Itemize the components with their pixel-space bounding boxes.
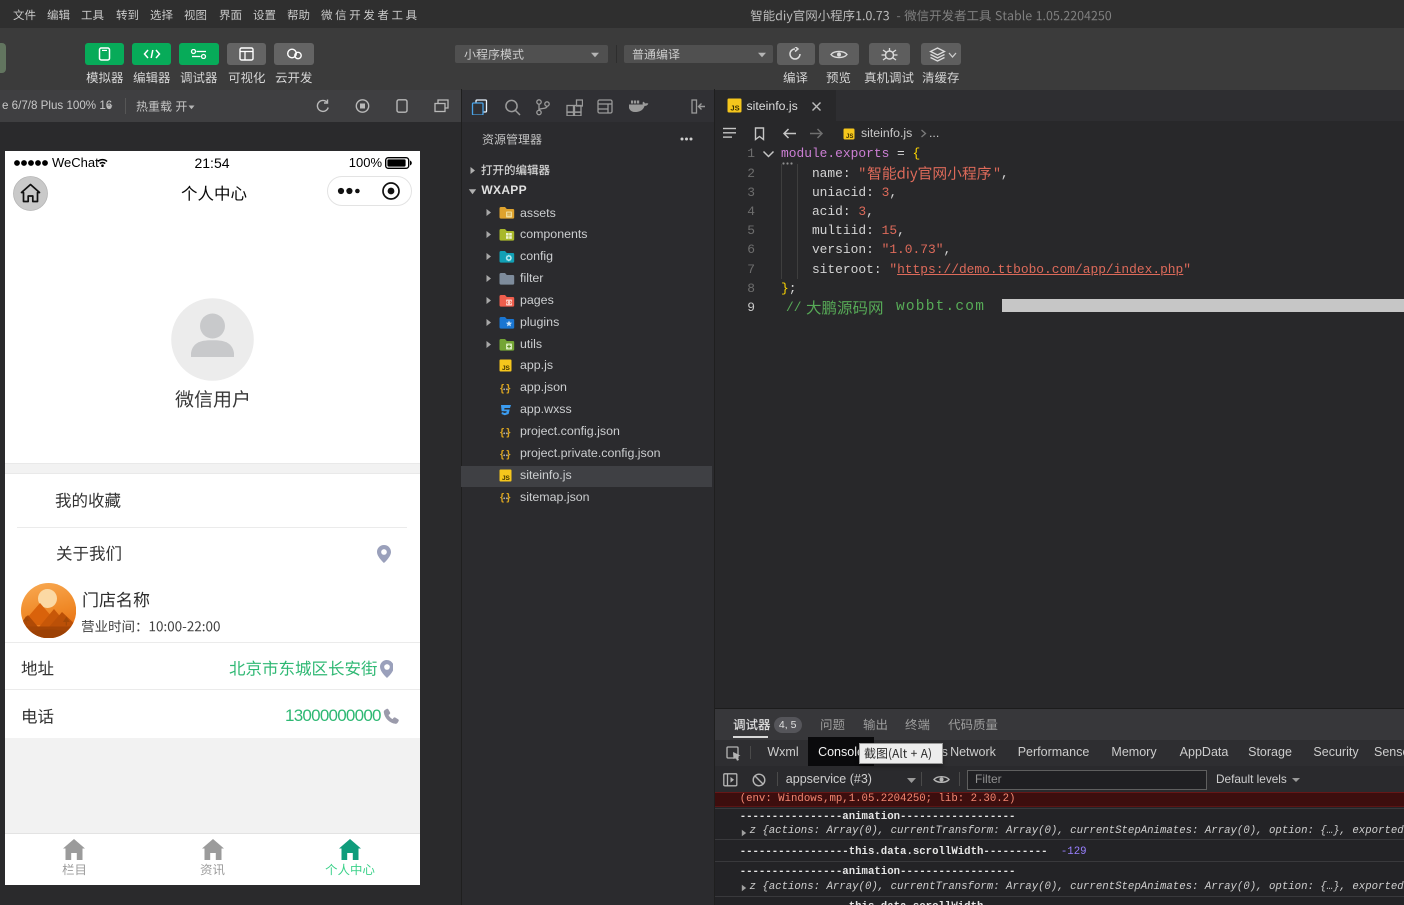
svg-text:JS: JS: [846, 134, 853, 140]
svg-text:{: {: [500, 492, 504, 504]
svg-text:{: {: [500, 426, 504, 438]
svg-text:}: }: [506, 426, 510, 438]
svg-text:{: {: [500, 448, 504, 460]
svg-text:{: {: [500, 383, 504, 395]
svg-text:JS: JS: [730, 104, 739, 113]
svg-text:}: }: [506, 383, 510, 395]
svg-text:}: }: [506, 448, 510, 460]
svg-text:JS: JS: [502, 365, 511, 372]
svg-text:}: }: [506, 492, 510, 504]
svg-text:JS: JS: [502, 475, 511, 482]
